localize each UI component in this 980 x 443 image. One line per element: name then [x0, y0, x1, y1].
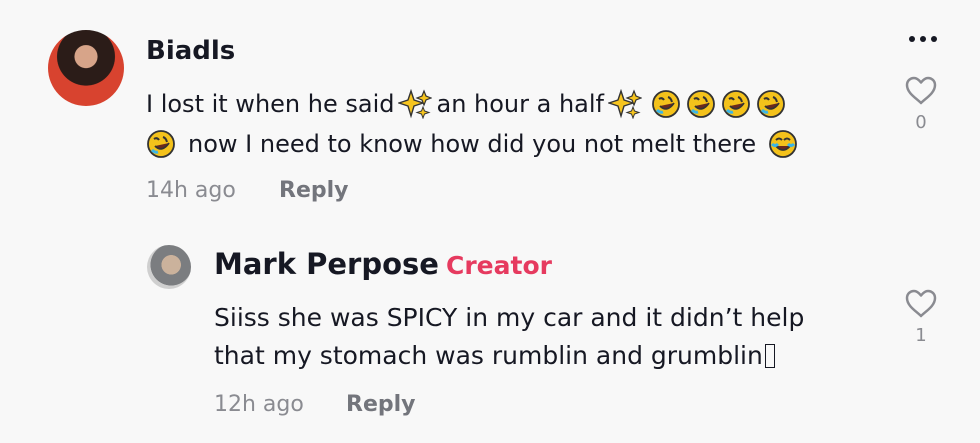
- reply-username[interactable]: Mark Perpose: [214, 247, 439, 281]
- like-count: 1: [915, 325, 927, 346]
- rolling-laughing-icon: [652, 90, 680, 118]
- emoji-sequence: [604, 89, 786, 119]
- reply-button[interactable]: Reply: [279, 178, 349, 203]
- like-count: 0: [915, 112, 927, 133]
- more-options-dot-icon: [931, 36, 937, 42]
- reply-text-segment: that my stomach was rumblin and grumblin: [214, 341, 763, 370]
- comment-text-segment: now I need to know how did you not melt …: [188, 130, 757, 158]
- more-options-dot-icon: [909, 36, 915, 42]
- comment-text-segment: I lost it when he said: [146, 90, 395, 118]
- comment-text-line: I lost it when he said an hour a half: [146, 87, 786, 121]
- sparkles-icon: [398, 89, 433, 119]
- comment-text-line: now I need to know how did you not melt …: [146, 127, 798, 161]
- heart-icon: [905, 76, 937, 105]
- avatar-mark-perpose[interactable]: [147, 245, 191, 289]
- avatar-biadls[interactable]: [48, 30, 124, 106]
- joy-icon: [769, 130, 798, 158]
- comment-username[interactable]: Biadls: [146, 36, 235, 66]
- reply-text-line: that my stomach was rumblin and grumblin: [214, 339, 775, 373]
- more-options-button[interactable]: [898, 26, 948, 52]
- rolling-laughing-icon: [687, 90, 715, 118]
- rolling-laughing-icon: [757, 90, 785, 118]
- missing-glyph-icon: [764, 344, 775, 368]
- reply-button[interactable]: Reply: [346, 392, 416, 417]
- heart-icon: [905, 289, 937, 318]
- comment-text-segment: an hour a half: [436, 90, 605, 118]
- sparkles-icon: [608, 89, 643, 119]
- like-button[interactable]: 0: [899, 76, 943, 133]
- rolling-laughing-icon: [147, 130, 175, 158]
- comment-timestamp: 14h ago: [146, 178, 236, 203]
- more-options-dot-icon: [920, 36, 926, 42]
- creator-badge: Creator: [446, 251, 552, 280]
- username-badge-separator: ·: [427, 251, 435, 280]
- like-button[interactable]: 1: [899, 289, 943, 346]
- rolling-laughing-icon: [722, 90, 750, 118]
- reply-timestamp: 12h ago: [214, 392, 304, 417]
- reply-text-line: Siiss she was SPICY in my car and it did…: [214, 303, 805, 332]
